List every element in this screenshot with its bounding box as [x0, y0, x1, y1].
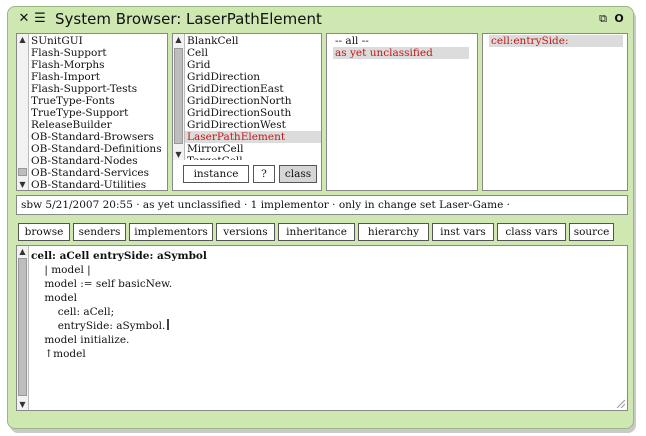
browse-button[interactable]: browse	[18, 223, 70, 241]
category-list-pane[interactable]: -- all -- as yet unclassified	[326, 33, 478, 191]
method-list[interactable]: cell:entrySide:	[489, 34, 623, 190]
hierarchy-button[interactable]: hierarchy	[358, 223, 429, 241]
text-cursor	[167, 319, 170, 330]
collapse-icon[interactable]: ⧉	[596, 12, 610, 26]
code-editor[interactable]: ▲ ▼ cell: aCell entrySide: aSymbol | mod…	[16, 245, 628, 411]
expand-icon[interactable]: O	[612, 12, 626, 26]
package-list-pane[interactable]: ▲ ▼ SUnitGUI Flash-Support Flash-Morphs Fla…	[16, 33, 168, 191]
packages-item[interactable]: Flash-Morphs	[29, 59, 167, 71]
classes-item[interactable]: GridDirectionNorth	[185, 95, 321, 107]
categories-item[interactable]: as yet unclassified	[333, 47, 469, 59]
window-title: System Browser: LaserPathElement	[55, 10, 322, 28]
scroll-down-icon[interactable]: ▼	[18, 400, 27, 409]
method-signature: cell: aCell entrySide: aSymbol	[31, 250, 207, 262]
class-list-pane[interactable]: ▲ ▼ BlankCell Cell Grid GridDirection GridDi…	[172, 33, 322, 191]
packages-item[interactable]: OB-Standard-Utilities	[29, 179, 167, 190]
inheritance-button[interactable]: inheritance	[278, 223, 355, 241]
help-button[interactable]: ?	[253, 165, 275, 183]
code-line: ↑model	[31, 348, 86, 360]
senders-button[interactable]: senders	[73, 223, 126, 241]
inst-vars-button[interactable]: inst vars	[432, 223, 494, 241]
class-mode-bar: instance ? class	[173, 160, 321, 190]
category-list[interactable]: -- all -- as yet unclassified	[333, 34, 469, 190]
classes-item[interactable]: BlankCell	[185, 35, 321, 47]
classes-item[interactable]: GridDirection	[185, 71, 321, 83]
code-line: cell: aCell;	[31, 306, 115, 318]
packages-item[interactable]: ReleaseBuilder	[29, 119, 167, 131]
scroll-thumb[interactable]	[174, 48, 183, 144]
menu-icon[interactable]: ☰	[33, 12, 47, 26]
code-scrollbar[interactable]: ▲ ▼	[17, 246, 29, 410]
code-line: model initialize.	[31, 334, 130, 346]
packages-item[interactable]: TrueType-Fonts	[29, 95, 167, 107]
packages-item[interactable]: OB-Standard-Definitions	[29, 143, 167, 155]
system-browser-window: ✕ ☰ System Browser: LaserPathElement ⧉ O…	[7, 6, 634, 429]
code-line: model	[31, 292, 77, 304]
scroll-thumb[interactable]	[18, 168, 27, 176]
packages-item[interactable]: TrueType-Support	[29, 107, 167, 119]
categories-item[interactable]: -- all --	[333, 35, 469, 47]
source-button[interactable]: source	[569, 223, 614, 241]
class-list[interactable]: BlankCell Cell Grid GridDirection GridDirect…	[185, 34, 321, 167]
classes-item[interactable]: Cell	[185, 47, 321, 59]
packages-item[interactable]: Flash-Import	[29, 71, 167, 83]
scroll-up-icon[interactable]: ▲	[18, 35, 27, 44]
methods-item[interactable]: cell:entrySide:	[489, 35, 623, 47]
packages-item[interactable]: OB-Standard-Browsers	[29, 131, 167, 143]
package-list[interactable]: SUnitGUI Flash-Support Flash-Morphs Flash-I…	[29, 34, 167, 190]
packages-item[interactable]: OB-Standard-Services	[29, 167, 167, 179]
method-info-line: sbw 5/21/2007 20:55 · as yet unclassifie…	[16, 195, 628, 215]
resize-grip-icon[interactable]	[615, 398, 625, 408]
method-list-pane[interactable]: cell:entrySide:	[482, 33, 628, 191]
scroll-up-icon[interactable]: ▲	[18, 247, 27, 256]
class-vars-button[interactable]: class vars	[497, 223, 566, 241]
classes-item[interactable]: LaserPathElement	[185, 131, 321, 143]
classes-item[interactable]: Grid	[185, 59, 321, 71]
code-text[interactable]: cell: aCell entrySide: aSymbol | model |…	[31, 249, 207, 361]
packages-item[interactable]: Flash-Support-Tests	[29, 83, 167, 95]
class-button[interactable]: class	[279, 165, 317, 183]
packages-item[interactable]: SUnitGUI	[29, 35, 167, 47]
instance-button[interactable]: instance	[183, 165, 249, 183]
versions-button[interactable]: versions	[216, 223, 275, 241]
code-line: | model |	[31, 264, 91, 276]
code-line: entrySide: aSymbol.	[31, 319, 207, 333]
classes-item[interactable]: MirrorCell	[185, 143, 321, 155]
packages-item[interactable]: Flash-Support	[29, 47, 167, 59]
scroll-thumb[interactable]	[18, 258, 27, 396]
scroll-up-icon[interactable]: ▲	[174, 35, 183, 44]
packages-item[interactable]: OB-Standard-Nodes	[29, 155, 167, 167]
classes-item[interactable]: GridDirectionEast	[185, 83, 321, 95]
code-line: model := self basicNew.	[31, 278, 173, 290]
close-icon[interactable]: ✕	[17, 12, 31, 26]
implementors-button[interactable]: implementors	[129, 223, 213, 241]
package-scrollbar[interactable]: ▲ ▼	[17, 34, 29, 190]
scroll-down-icon[interactable]: ▼	[18, 180, 27, 189]
classes-item[interactable]: GridDirectionSouth	[185, 107, 321, 119]
title-bar[interactable]: ✕ ☰ System Browser: LaserPathElement ⧉ O	[8, 7, 633, 33]
classes-item[interactable]: GridDirectionWest	[185, 119, 321, 131]
scroll-down-icon[interactable]: ▼	[174, 150, 183, 159]
